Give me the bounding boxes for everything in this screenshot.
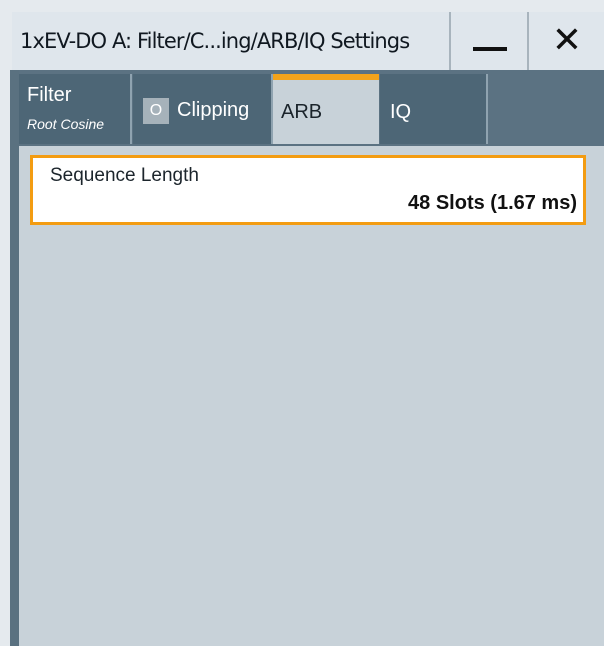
left-border [10, 70, 19, 646]
tab-bar-filler [488, 74, 604, 144]
tab-arb[interactable]: ARB [273, 74, 379, 144]
settings-dialog: 1xEV-DO A: Filter/C...ing/ARB/IQ Setting… [0, 0, 604, 646]
close-icon: ✕ [551, 20, 583, 61]
active-tab-indicator [273, 74, 379, 80]
sequence-length-value: 48 Slots (1.67 ms) [408, 192, 577, 214]
tab-clipping[interactable]: O Clipping [133, 74, 273, 144]
window-title: 1xEV-DO A: Filter/C...ing/ARB/IQ Setting… [20, 29, 410, 53]
sequence-length-field[interactable]: Sequence Length 48 Slots (1.67 ms) [30, 155, 586, 225]
tab-iq-label: IQ [390, 101, 412, 123]
tab-filter-label: Filter [27, 84, 72, 106]
tab-clipping-label: Clipping [177, 99, 250, 121]
sequence-length-label: Sequence Length [50, 165, 199, 186]
title-bar: 1xEV-DO A: Filter/C...ing/ARB/IQ Setting… [12, 12, 604, 71]
tab-filter-sublabel: Root Cosine [27, 116, 105, 132]
minimize-icon [473, 47, 507, 51]
tab-iq[interactable]: IQ [380, 74, 488, 144]
tab-filter[interactable]: Filter Root Cosine [19, 74, 132, 144]
arb-panel: Sequence Length 48 Slots (1.67 ms) [19, 146, 604, 646]
minimize-button[interactable] [449, 12, 527, 70]
tab-bar: Filter Root Cosine O Clipping ARB IQ [19, 70, 604, 146]
tab-arb-label: ARB [281, 101, 323, 123]
clipping-state-indicator: O [143, 98, 169, 124]
close-button[interactable]: ✕ [527, 12, 604, 70]
